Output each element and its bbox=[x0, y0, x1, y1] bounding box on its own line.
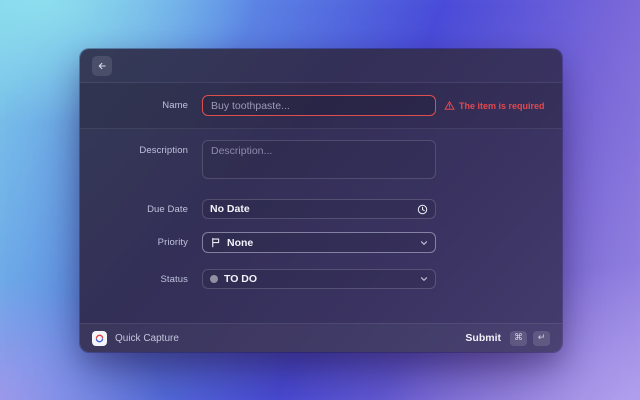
status-field-row: Status TO DO bbox=[80, 269, 562, 289]
app-name-label: Quick Capture bbox=[115, 333, 179, 344]
window-header bbox=[80, 49, 562, 83]
return-key-icon: ↵ bbox=[533, 331, 550, 346]
priority-label: Priority bbox=[80, 237, 188, 248]
priority-select[interactable]: None bbox=[202, 232, 436, 253]
footer-submit-group: Submit ⌘ ↵ bbox=[465, 331, 550, 346]
name-field-row: Name The item is required bbox=[80, 83, 562, 129]
status-select[interactable]: TO DO bbox=[202, 269, 436, 289]
priority-field-row: Priority None bbox=[80, 232, 562, 253]
due-date-value: No Date bbox=[210, 203, 250, 215]
desktop-background: Name The item is required Description Du… bbox=[0, 0, 640, 400]
priority-value: None bbox=[227, 237, 253, 249]
name-input[interactable] bbox=[202, 95, 436, 116]
back-button[interactable] bbox=[92, 56, 112, 76]
status-dot-icon bbox=[210, 275, 218, 283]
name-error: The item is required bbox=[444, 100, 545, 111]
flag-icon bbox=[210, 237, 221, 248]
footer-app-info: Quick Capture bbox=[92, 331, 179, 346]
description-label: Description bbox=[80, 145, 188, 156]
due-date-label: Due Date bbox=[80, 204, 188, 215]
chevron-down-icon bbox=[420, 239, 428, 247]
due-date-picker[interactable]: No Date bbox=[202, 199, 436, 219]
arrow-left-icon bbox=[95, 59, 109, 73]
description-textarea[interactable] bbox=[202, 140, 436, 179]
clock-icon bbox=[417, 204, 428, 215]
status-value: TO DO bbox=[224, 273, 257, 285]
app-logo-icon bbox=[92, 331, 107, 346]
submit-button[interactable]: Submit bbox=[465, 332, 501, 344]
status-label: Status bbox=[80, 274, 188, 285]
due-date-field-row: Due Date No Date bbox=[80, 199, 562, 219]
command-key-icon: ⌘ bbox=[510, 331, 527, 346]
chevron-down-icon bbox=[420, 275, 428, 283]
name-error-text: The item is required bbox=[459, 101, 545, 111]
name-label: Name bbox=[80, 100, 188, 111]
description-field-row: Description bbox=[80, 140, 562, 179]
window-footer: Quick Capture Submit ⌘ ↵ bbox=[80, 323, 562, 352]
warning-triangle-icon bbox=[444, 100, 455, 111]
quick-capture-window: Name The item is required Description Du… bbox=[80, 49, 562, 352]
